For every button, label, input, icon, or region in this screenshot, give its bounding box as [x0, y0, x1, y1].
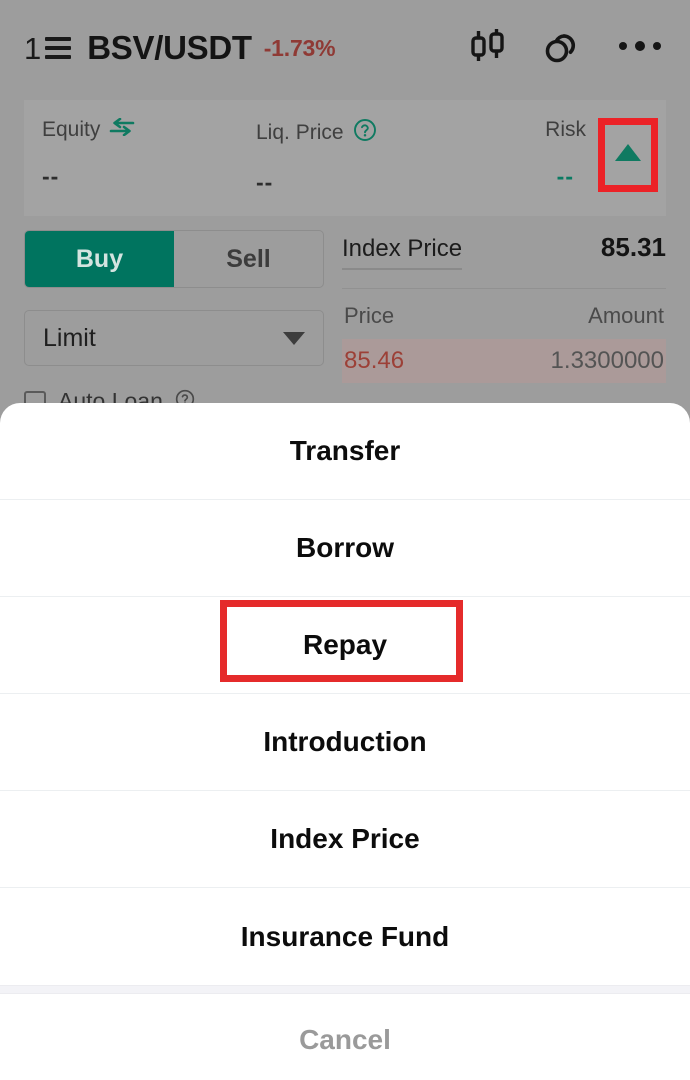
orderbook-col-price: Price [344, 303, 395, 328]
stat-risk-label: Risk [545, 118, 586, 141]
orderbook-row[interactable]: 85.46 1.3300000 [342, 339, 666, 383]
orderbook-col-amount: Amount [588, 303, 664, 328]
sheet-separator [0, 985, 690, 994]
list-order-icon[interactable]: 1 [24, 30, 72, 66]
sheet-item-borrow[interactable]: Borrow [0, 500, 690, 597]
account-stats-panel: Equity -- Liq. Price -- Risk -- [24, 100, 666, 216]
stat-liq-price-value: -- [256, 169, 274, 196]
sheet-item-introduction[interactable]: Introduction [0, 694, 690, 791]
sheet-item-insurance-fund[interactable]: Insurance Fund [0, 888, 690, 985]
swap-arrows-icon[interactable] [109, 117, 135, 141]
order-form: Buy Sell Limit Auto Loan [24, 230, 324, 415]
trade-area: Buy Sell Limit Auto Loan Index Price 85.… [0, 216, 690, 415]
chevron-down-icon [283, 331, 305, 345]
help-circle-icon[interactable] [353, 118, 377, 147]
stat-equity-label-row: Equity [42, 117, 220, 141]
orderbook-row-price: 85.46 [344, 347, 405, 374]
order-type-value: Limit [43, 323, 96, 352]
more-options-icon[interactable] [618, 38, 662, 59]
cancel-button[interactable]: Cancel [0, 994, 690, 1080]
list-icon-digit: 1 [24, 30, 42, 66]
orderbook: Index Price 85.31 Price Amount 85.46 1.3… [342, 230, 666, 415]
side-toggle: Buy Sell [24, 230, 324, 288]
sheet-item-repay[interactable]: Repay [0, 597, 690, 694]
sheet-item-transfer[interactable]: Transfer [0, 403, 690, 500]
stat-liq-price-label-row: Liq. Price [256, 118, 434, 147]
app-header: 1 BSV/USDT -1.73% [0, 0, 690, 96]
orderbook-header: Price Amount [342, 289, 666, 339]
buy-tab[interactable]: Buy [25, 231, 174, 287]
order-type-dropdown[interactable]: Limit [24, 310, 324, 366]
stat-equity-value: -- [42, 163, 60, 190]
triangle-up-icon[interactable] [612, 140, 644, 169]
list-icon-bars [45, 37, 72, 59]
page-title[interactable]: BSV/USDT [87, 29, 252, 67]
sell-tab[interactable]: Sell [174, 231, 323, 287]
stat-liq-price-label: Liq. Price [256, 121, 344, 144]
orderbook-row-amount: 1.3300000 [550, 347, 664, 374]
action-sheet: Transfer Borrow Repay Introduction Index… [0, 403, 690, 1080]
header-actions [468, 27, 666, 70]
stat-equity[interactable]: Equity -- [24, 117, 238, 190]
index-price-row[interactable]: Index Price 85.31 [342, 232, 666, 278]
candlestick-chart-icon[interactable] [468, 27, 508, 70]
price-change-badge: -1.73% [263, 34, 336, 61]
sheet-item-index-price[interactable]: Index Price [0, 791, 690, 888]
stat-liq-price[interactable]: Liq. Price -- [238, 118, 452, 196]
index-price-value: 85.31 [600, 232, 666, 262]
index-price-label: Index Price [342, 235, 463, 270]
stat-equity-label: Equity [42, 118, 101, 141]
link-chain-icon[interactable] [542, 28, 584, 69]
